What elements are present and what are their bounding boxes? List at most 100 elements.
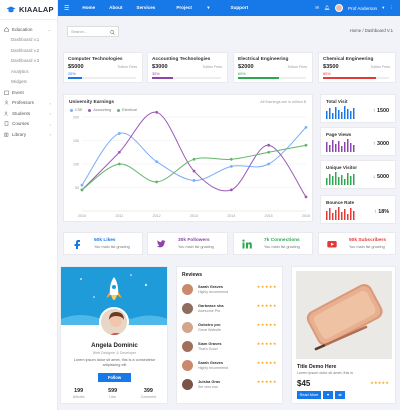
review-text: Awesome Pro (198, 309, 221, 313)
menu-toggle-icon[interactable]: ☰ (64, 5, 69, 12)
top-menu-services[interactable]: Services (129, 5, 162, 11)
top-menu-support[interactable]: Support (224, 5, 256, 11)
user-name[interactable]: Prof Anderson (348, 6, 377, 11)
social-subtitle: You main list growing (94, 245, 130, 249)
stat-card-electrical: Electrical Engineering $2000 Tuition Fee… (233, 52, 313, 83)
product-card: Title Demo Here Lorem ipsum dolor sit am… (291, 266, 396, 404)
review-stars: ★★★★★ (256, 341, 277, 346)
top-menu-project-label: Project (176, 5, 192, 10)
menu-dots-icon[interactable]: ⋮ (389, 5, 394, 11)
follow-button[interactable]: Follow (98, 373, 131, 382)
top-menu-project[interactable]: Project ▾ (162, 5, 223, 11)
review-text: Highly recommend (198, 366, 228, 370)
data-point-accounting (267, 143, 271, 147)
review-stars: ★★★★★ (256, 284, 277, 289)
reviewer-avatar (182, 379, 193, 390)
review-item[interactable]: Sarah Graves Highly recommend ★★★★★ (182, 358, 277, 376)
reviewer-avatar (182, 360, 193, 371)
review-stars: ★★★★★ (256, 360, 277, 365)
search-input[interactable]: Search... (67, 26, 119, 37)
profile-avatar[interactable] (99, 307, 129, 337)
sidebar-sub-analytics[interactable]: Analytics (0, 66, 57, 77)
reviewer-avatar (182, 284, 193, 295)
sidebar-item-professors[interactable]: Professors ‹ (0, 98, 57, 109)
profile-stat-articles: 199 Articles (73, 388, 85, 399)
search-row: Search... Home / Dashboard V.1 (63, 26, 395, 38)
data-point-accounting (155, 110, 159, 114)
sidebar-item-library[interactable]: Library ‹ (0, 129, 57, 140)
social-subtitle: You main list growing (178, 245, 214, 249)
review-stars: ★★★★★ (256, 322, 277, 327)
brand-logo[interactable]: KIAALAP (0, 0, 57, 20)
social-card-youtube[interactable]: 50k Subscribers You main list growing (318, 232, 396, 255)
heart-icon: ♥ (326, 393, 330, 397)
x-tick-label: 2011 (115, 214, 123, 218)
data-point-cse (229, 164, 233, 168)
review-item[interactable]: Garbease sha Awesome Pro ★★★★★ (182, 301, 277, 319)
sidebar-sub-widgets[interactable]: Widgets (0, 77, 57, 88)
data-point-accounting (117, 150, 121, 154)
top-menu-home[interactable]: Home (75, 5, 102, 11)
stat-percent: 60% (238, 72, 246, 76)
y-tick-label: 150 (73, 139, 79, 143)
search-icon[interactable] (110, 29, 115, 39)
top-navbar: ☰ Home About Services Project ▾ Support … (58, 0, 400, 16)
social-card-facebook[interactable]: 50k Likes You main list growing (63, 232, 143, 255)
sidebar-sub-dashboard-2[interactable]: Dashboard v.2 (0, 45, 57, 56)
top-menu-about[interactable]: About (102, 5, 129, 11)
x-tick-label: 2015 (265, 214, 273, 218)
user-avatar[interactable] (334, 4, 343, 12)
social-title: 50k Subscribers (349, 238, 387, 243)
share-button[interactable]: ⇄ (335, 391, 345, 399)
stat-title: Chemical Engineering (323, 57, 374, 62)
y-tick-label: 200 (73, 115, 79, 119)
chevron-left-icon: ‹ (49, 121, 51, 127)
data-point-electrical (80, 188, 84, 192)
pen-case-illustration (296, 271, 392, 359)
review-item[interactable]: Gobetro pro Great Website ★★★★★ (182, 320, 277, 338)
reviewer-name: Gobetro pro (198, 322, 221, 327)
chevron-down-icon[interactable]: ▾ (382, 5, 384, 11)
x-tick-label: 2016 (302, 214, 310, 218)
reviewer-avatar (182, 303, 193, 314)
stat-percent: 80% (323, 72, 331, 76)
earnings-line-chart: 50 100 150 200 2010 2011 2012 2013 2014 2015 2016 (73, 110, 310, 218)
stat-card-accounting: Accounting Technologies $3000 Tuition Fe… (147, 52, 228, 83)
sidebar-sub-dashboard-3[interactable]: Dashboard v.3 (0, 56, 57, 67)
read-more-button[interactable]: Read More (297, 391, 321, 399)
top-menu: Home About Services Project ▾ Support (75, 5, 255, 11)
stat-value: $2000 (238, 64, 254, 70)
product-title[interactable]: Title Demo Here (297, 364, 336, 370)
sidebar-item-courses[interactable]: Courses ‹ (0, 119, 57, 130)
stat-label: Like (109, 395, 116, 399)
review-item[interactable]: Sarah Graves Highly recommend ★★★★★ (182, 282, 277, 300)
product-image[interactable] (296, 271, 392, 359)
x-tick-label: 2014 (227, 214, 235, 218)
profile-role: Web Designer & Developer (92, 351, 137, 355)
social-card-linkedin[interactable]: 7k Connections You main list growing (233, 232, 313, 255)
review-item[interactable]: Siam Graves That's Good ★★★★★ (182, 339, 277, 357)
bell-icon[interactable]: 🔔︎ (324, 5, 330, 11)
review-item[interactable]: Julsha Grav Sei vero eos ★★★★★ (182, 377, 277, 395)
sidebar-item-label: Professors (12, 100, 34, 106)
chevron-left-icon: ‹ (49, 111, 51, 116)
sidebar-sub-dashboard-1[interactable]: Dashboard v.1 (0, 35, 57, 46)
social-card-twitter[interactable]: 30k Followers You main list growing (147, 232, 228, 255)
value-text: 1500 (377, 108, 389, 114)
stat-title: Electrical Engineering (238, 57, 289, 62)
mail-icon[interactable]: ✉ (315, 5, 319, 11)
twitter-icon (156, 240, 166, 248)
stat-subtitle: Tuition Fees (117, 65, 137, 69)
right-stat-value: ↑ 1500 (373, 108, 389, 114)
progress-track (68, 77, 136, 79)
reviewer-name: Sarah Graves (198, 284, 224, 289)
right-stat-title: Page Views (326, 132, 352, 137)
sidebar-item-students[interactable]: Students ‹ (0, 108, 57, 119)
product-stars: ★★★★★ (370, 380, 389, 385)
right-stat-title: Total Visit (326, 99, 348, 104)
review-stars: ★★★★★ (256, 303, 277, 308)
data-point-electrical (117, 162, 121, 166)
favorite-button[interactable]: ♥ (323, 391, 333, 399)
sidebar-item-education[interactable]: Education ⌄ (0, 24, 57, 35)
sidebar-item-event[interactable]: Event (0, 87, 57, 98)
